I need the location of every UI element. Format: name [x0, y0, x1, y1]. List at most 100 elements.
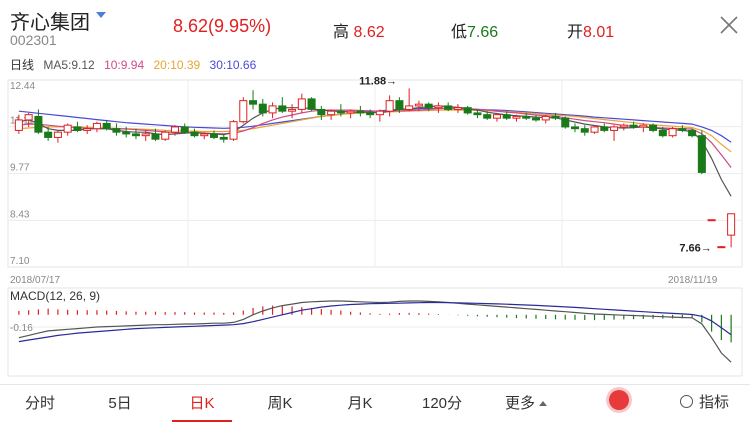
candle-body [180, 126, 189, 133]
stock-name[interactable]: 齐心集团 [10, 6, 90, 35]
y-tick-label: 8.43 [10, 209, 30, 220]
indicator-settings-icon [680, 395, 693, 408]
candle-body [53, 131, 62, 138]
stock-switch-caret-icon[interactable] [96, 12, 106, 18]
candle-body [151, 133, 160, 140]
candle-body [571, 126, 580, 130]
candle-body [405, 105, 414, 110]
tab-5day[interactable]: 5日 [92, 385, 148, 422]
tab-label: 更多 [504, 395, 535, 412]
candle-body [346, 110, 355, 114]
candle-body [14, 119, 23, 131]
candle-body [473, 112, 482, 116]
stock-code: 002301 [10, 32, 57, 48]
y-tick-label: 12.44 [10, 81, 35, 92]
candle-body [327, 110, 336, 116]
candle-body [375, 110, 384, 116]
tab-label: 5日 [108, 395, 132, 412]
candle-body [453, 107, 462, 110]
candle-body [112, 128, 121, 133]
tab-120min[interactable]: 120分 [412, 385, 472, 422]
min-price-annotation: 7.66→ [679, 242, 711, 254]
indicator-label: 指标 [699, 394, 730, 411]
candle-body [619, 124, 628, 128]
open-stat: 开8.01 [567, 18, 614, 42]
candle-body [541, 115, 550, 121]
tab-label: 日K [189, 395, 215, 412]
record-dot-icon[interactable] [609, 390, 629, 410]
candle-body [512, 115, 521, 119]
candle-body [678, 128, 687, 131]
candle-body [297, 98, 306, 110]
candle-body [727, 213, 736, 236]
tab-daily-k[interactable]: 日K [172, 385, 232, 422]
indicator-button[interactable]: 指标 [680, 384, 729, 422]
candle-body [73, 126, 82, 131]
candle-body [278, 105, 287, 112]
candle-body [170, 126, 179, 133]
candle-body [200, 133, 209, 137]
end-date-label: 2018/11/19 [668, 275, 718, 286]
candle-body [414, 103, 423, 107]
macd-label: MACD(12, 26, 9) [10, 289, 100, 303]
tab-more[interactable]: 更多 [496, 385, 556, 422]
tab-label: 120分 [421, 395, 463, 412]
candle-body [717, 246, 726, 249]
candle-body [395, 100, 404, 110]
candle-body [141, 133, 150, 137]
candle-body [522, 115, 531, 119]
tab-monthly-k[interactable]: 月K [332, 385, 388, 422]
low-stat: 低7.66 [451, 18, 498, 42]
tab-label: 月K [347, 395, 373, 412]
candle-body [483, 114, 492, 119]
candle-body [122, 131, 131, 135]
candle-body [24, 114, 33, 121]
candle-body [444, 105, 453, 110]
period-tabs: 分时 5日 日K 周K 月K 120分 更多 [0, 384, 750, 422]
candle-body [268, 105, 277, 114]
macd-y-tick-label: -0.16 [10, 323, 33, 334]
high-label: 高 [333, 24, 350, 41]
kline-chart[interactable]: 12.4411.119.778.437.1011.88→7.66→2018/07… [0, 70, 750, 382]
candle-body [492, 114, 501, 119]
candle-body [288, 108, 297, 112]
candle-body [385, 100, 394, 112]
macd-dea-line [18, 301, 732, 343]
candle-body [649, 124, 658, 131]
candle-body [83, 128, 92, 131]
low-value: 7.66 [467, 24, 499, 41]
tab-intraday[interactable]: 分时 [12, 385, 68, 422]
candle-body [249, 100, 258, 105]
candle-body [463, 107, 472, 114]
y-tick-label: 7.10 [10, 256, 30, 267]
candle-body [34, 115, 43, 133]
candle-body [658, 129, 667, 137]
candle-body [92, 122, 101, 130]
open-value: 8.01 [583, 24, 615, 41]
tab-weekly-k[interactable]: 周K [252, 385, 308, 422]
candle-body [131, 133, 140, 137]
open-label: 开 [567, 24, 584, 41]
low-label: 低 [451, 24, 468, 41]
candle-body [336, 110, 345, 114]
start-date-label: 2018/07/17 [10, 275, 60, 286]
high-value: 8.62 [353, 24, 385, 41]
high-stat: 高 8.62 [333, 18, 385, 42]
candle-body [239, 100, 248, 123]
tab-label: 分时 [24, 395, 55, 412]
candle-body [707, 219, 716, 222]
candle-body [44, 131, 53, 138]
caret-up-icon [539, 401, 547, 406]
candle-body [258, 103, 267, 114]
close-icon[interactable] [716, 12, 742, 38]
candle-body [600, 126, 609, 131]
candle-body [63, 124, 72, 133]
candle-body [356, 110, 365, 114]
max-price-annotation: 11.88→ [359, 75, 397, 87]
candle-body [697, 135, 706, 173]
stock-header: 齐心集团 002301 8.62(9.95%) 高 8.62 低7.66 开8.… [0, 0, 750, 52]
macd-frame [7, 287, 743, 377]
candle-body [366, 112, 375, 116]
candle-body [219, 136, 228, 140]
candle-body [610, 126, 619, 131]
